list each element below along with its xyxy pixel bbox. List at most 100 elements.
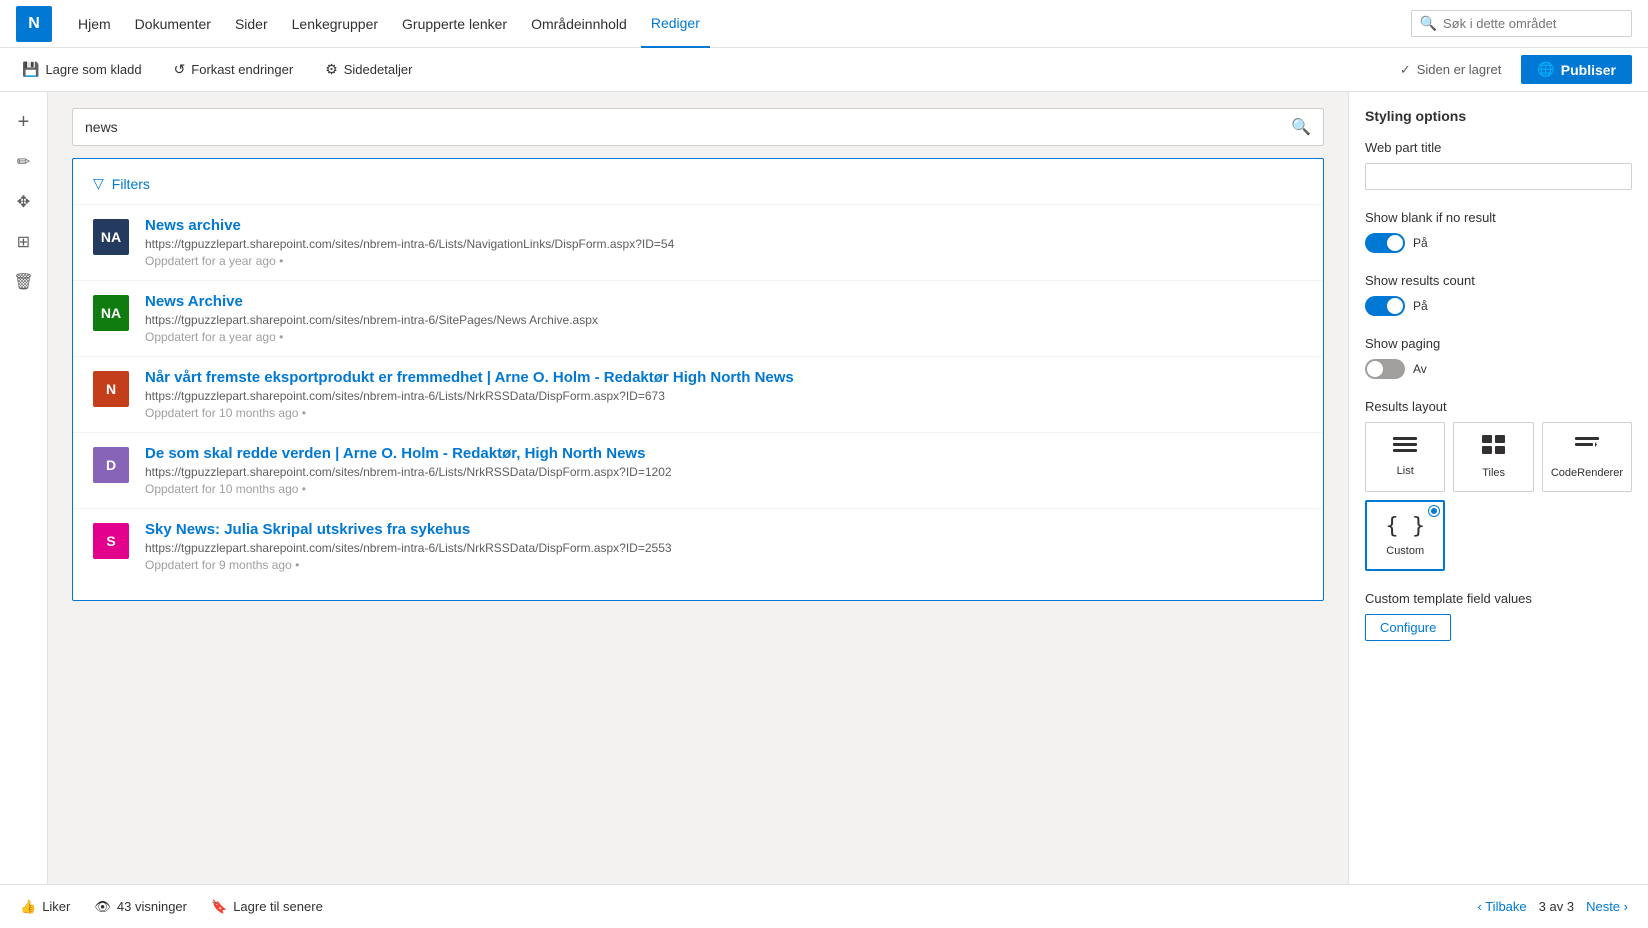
nav-lenkegrupper[interactable]: Lenkegrupper — [282, 0, 388, 48]
move-icon[interactable]: ✥ — [6, 184, 42, 220]
result-meta: Oppdatert for 9 months ago • — [145, 558, 1303, 572]
right-panel: Styling options Web part title Show blan… — [1348, 92, 1648, 884]
search-input[interactable] — [85, 119, 1283, 135]
filter-icon: ▽ — [93, 175, 104, 192]
top-search-input[interactable] — [1443, 16, 1623, 31]
nav-grupperte[interactable]: Grupperte lenker — [392, 0, 517, 48]
edit-icon[interactable]: ✏ — [6, 144, 42, 180]
left-sidebar: + ✏ ✥ ⊞ 🗑 — [0, 92, 48, 884]
layout-list-label: List — [1397, 465, 1414, 477]
configure-button[interactable]: Configure — [1365, 614, 1451, 641]
transform-icon[interactable]: ⊞ — [6, 224, 42, 260]
layout-custom[interactable]: { } Custom — [1365, 500, 1445, 571]
coderenderer-icon — [1575, 435, 1599, 461]
result-content: Sky News: Julia Skripal utskrives fra sy… — [145, 521, 1303, 572]
nav-rediger[interactable]: Rediger — [641, 0, 710, 48]
show-results-toggle[interactable] — [1365, 296, 1405, 316]
avatar: D — [93, 447, 129, 483]
save-draft-button[interactable]: 💾 Lagre som kladd — [16, 57, 148, 82]
layout-coderenderer[interactable]: CodeRenderer — [1542, 422, 1632, 492]
filters-bar[interactable]: ▽ Filters — [73, 175, 1323, 204]
check-icon: ✓ — [1400, 62, 1411, 78]
search-bar[interactable]: 🔍 — [72, 108, 1324, 146]
results-box: ▽ Filters NA News archive https://tgpuzz… — [72, 158, 1324, 601]
show-blank-toggle[interactable] — [1365, 233, 1405, 253]
result-item: D De som skal redde verden | Arne O. Hol… — [73, 432, 1323, 508]
tiles-icon — [1482, 435, 1506, 461]
result-item: NA News Archive https://tgpuzzlepart.sha… — [73, 280, 1323, 356]
result-title[interactable]: De som skal redde verden | Arne O. Holm … — [145, 445, 1303, 462]
show-results-toggle-row: På — [1365, 296, 1632, 316]
selected-indicator — [1429, 506, 1439, 516]
result-content: Når vårt fremste eksportprodukt er fremm… — [145, 369, 1303, 420]
results-layout-section: Results layout List — [1365, 399, 1632, 571]
result-title[interactable]: Når vårt fremste eksportprodukt er fremm… — [145, 369, 1303, 386]
save-draft-icon: 💾 — [22, 61, 39, 78]
result-meta: Oppdatert for 10 months ago • — [145, 482, 1303, 496]
show-paging-label: Show paging — [1365, 336, 1632, 351]
web-part-title-input[interactable] — [1365, 163, 1632, 190]
show-paging-toggle-row: Av — [1365, 359, 1632, 379]
result-content: De som skal redde verden | Arne O. Holm … — [145, 445, 1303, 496]
show-blank-section: Show blank if no result På — [1365, 210, 1632, 253]
views-button[interactable]: 👁 43 visninger — [94, 899, 187, 915]
result-title[interactable]: News archive — [145, 217, 1303, 234]
nav-hjem[interactable]: Hjem — [68, 0, 121, 48]
show-blank-toggle-label: På — [1413, 236, 1428, 250]
page-details-button[interactable]: ⚙ Sidedetaljer — [319, 57, 418, 82]
settings-icon: ⚙ — [325, 61, 338, 78]
result-item: NA News archive https://tgpuzzlepart.sha… — [73, 204, 1323, 280]
avatar: S — [93, 523, 129, 559]
layout-list[interactable]: List — [1365, 422, 1445, 492]
list-icon — [1393, 435, 1417, 459]
bottom-nav: ‹ Tilbake 3 av 3 Neste › — [1478, 899, 1629, 914]
custom-icon: { } — [1385, 514, 1425, 539]
nav-omradeinnhold[interactable]: Områdeinnhold — [521, 0, 637, 48]
show-paging-toggle-label: Av — [1413, 362, 1427, 376]
like-button[interactable]: 👍 Liker — [20, 899, 70, 915]
nav-sider[interactable]: Sider — [225, 0, 278, 48]
result-url: https://tgpuzzlepart.sharepoint.com/site… — [145, 541, 1303, 555]
show-blank-toggle-row: På — [1365, 233, 1632, 253]
result-url: https://tgpuzzlepart.sharepoint.com/site… — [145, 313, 1303, 327]
bookmark-icon: 🔖 — [211, 899, 227, 915]
next-link[interactable]: Neste › — [1586, 899, 1628, 914]
show-paging-section: Show paging Av — [1365, 336, 1632, 379]
result-title[interactable]: Sky News: Julia Skripal utskrives fra sy… — [145, 521, 1303, 538]
result-url: https://tgpuzzlepart.sharepoint.com/site… — [145, 389, 1303, 403]
top-search[interactable]: 🔍 — [1411, 10, 1632, 37]
nav-links: Hjem Dokumenter Sider Lenkegrupper Grupp… — [68, 0, 1411, 48]
show-results-section: Show results count På — [1365, 273, 1632, 316]
panel-title: Styling options — [1365, 108, 1632, 124]
top-nav: N Hjem Dokumenter Sider Lenkegrupper Gru… — [0, 0, 1648, 48]
main-layout: + ✏ ✥ ⊞ 🗑 🔍 ▽ Filters NA News archive ht… — [0, 92, 1648, 884]
delete-icon[interactable]: 🗑 — [6, 264, 42, 300]
result-url: https://tgpuzzlepart.sharepoint.com/site… — [145, 237, 1303, 251]
content-area: 🔍 ▽ Filters NA News archive https://tgpu… — [48, 92, 1348, 884]
add-webpart-icon[interactable]: + — [6, 104, 42, 140]
back-link[interactable]: ‹ Tilbake — [1478, 899, 1527, 914]
discard-icon: ↺ — [174, 61, 186, 78]
avatar: N — [93, 371, 129, 407]
layout-tiles[interactable]: Tiles — [1453, 422, 1533, 492]
result-content: News archive https://tgpuzzlepart.sharep… — [145, 217, 1303, 268]
web-part-title-label: Web part title — [1365, 140, 1632, 155]
search-submit-icon[interactable]: 🔍 — [1291, 117, 1311, 137]
like-icon: 👍 — [20, 899, 36, 915]
show-blank-label: Show blank if no result — [1365, 210, 1632, 225]
custom-template-label: Custom template field values — [1365, 591, 1632, 606]
discard-button[interactable]: ↺ Forkast endringer — [168, 57, 300, 82]
results-layout-label: Results layout — [1365, 399, 1632, 414]
bottom-bar: 👍 Liker 👁 43 visninger 🔖 Lagre til sener… — [0, 884, 1648, 928]
result-item: N Når vårt fremste eksportprodukt er fre… — [73, 356, 1323, 432]
site-logo: N — [16, 6, 52, 42]
save-later-button[interactable]: 🔖 Lagre til senere — [211, 899, 323, 915]
nav-dokumenter[interactable]: Dokumenter — [125, 0, 221, 48]
toolbar-status: ✓ Siden er lagret — [1400, 62, 1501, 78]
show-results-toggle-label: På — [1413, 299, 1428, 313]
publish-button[interactable]: 🌐 Publiser — [1521, 55, 1632, 84]
show-paging-toggle[interactable] — [1365, 359, 1405, 379]
toolbar: 💾 Lagre som kladd ↺ Forkast endringer ⚙ … — [0, 48, 1648, 92]
publish-icon: 🌐 — [1537, 61, 1554, 78]
result-title[interactable]: News Archive — [145, 293, 1303, 310]
